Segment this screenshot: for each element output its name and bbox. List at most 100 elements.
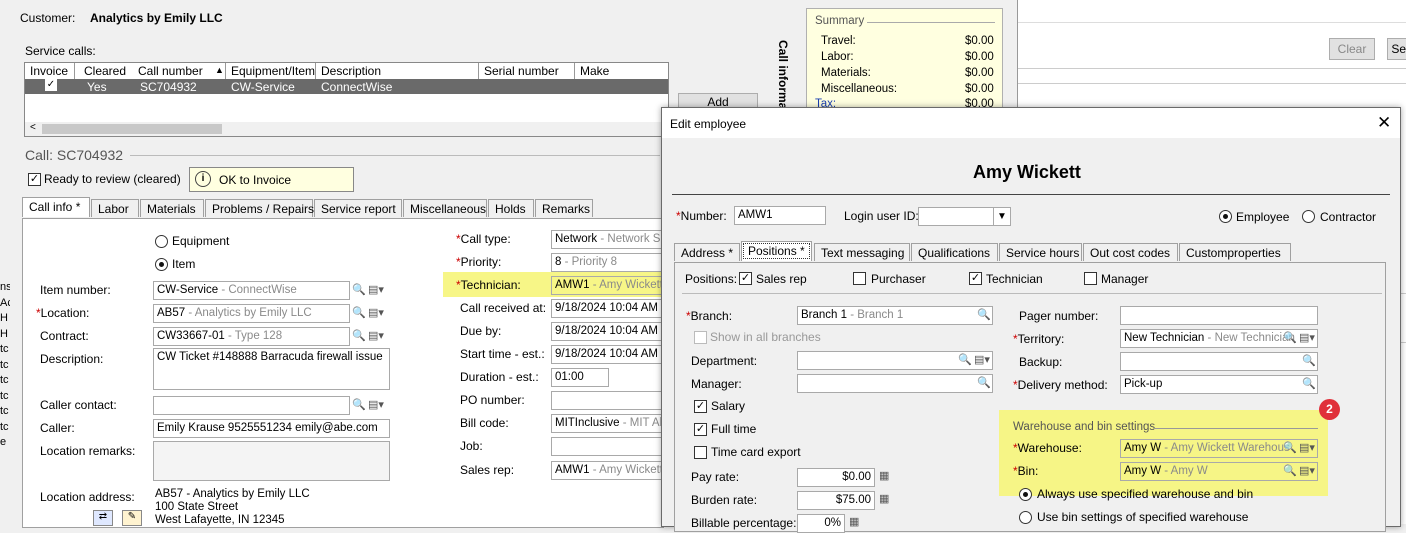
row-description: ConnectWise: [321, 80, 393, 94]
close-icon[interactable]: ✕: [1377, 113, 1391, 133]
job-field[interactable]: [551, 437, 666, 456]
horizontal-scrollbar[interactable]: <: [25, 122, 668, 136]
col-call-number[interactable]: Call number: [133, 63, 226, 79]
ok-to-invoice-badge: i OK to Invoice: [189, 167, 354, 192]
call-information-side-tab[interactable]: Call informa: [776, 40, 790, 109]
manager-field[interactable]: [797, 374, 993, 393]
description-field[interactable]: CW Ticket #148888 Barracuda firewall iss…: [153, 348, 390, 390]
lookup-dropdown-icon[interactable]: ▤▾: [1299, 441, 1315, 455]
search-icon[interactable]: 🔍: [352, 306, 366, 320]
calculator-icon[interactable]: ▦: [879, 469, 889, 483]
tab-text-messaging[interactable]: Text messaging: [814, 243, 910, 261]
number-field[interactable]: AMW1: [734, 206, 826, 225]
calculator-icon[interactable]: ▦: [849, 515, 859, 529]
search-icon[interactable]: 🔍: [352, 398, 366, 412]
technician-field[interactable]: AMW1 - Amy Wickett: [551, 276, 666, 295]
tab-labor[interactable]: Labor: [91, 199, 139, 217]
search-icon[interactable]: 🔍: [352, 329, 366, 343]
pager-number-field[interactable]: [1120, 306, 1318, 325]
col-description[interactable]: Description: [316, 63, 479, 79]
bill-code-field[interactable]: MITInclusive - MIT All I: [551, 414, 666, 433]
sales-rep-checkbox[interactable]: ✓: [739, 272, 752, 285]
search-icon[interactable]: 🔍: [352, 283, 366, 297]
manager-checkbox[interactable]: [1084, 272, 1097, 285]
salary-checkbox[interactable]: ✓: [694, 400, 707, 413]
col-cleared[interactable]: Cleared: [79, 63, 137, 79]
contract-field[interactable]: CW33667-01 - Type 128: [153, 327, 350, 346]
search-icon[interactable]: 🔍: [1283, 441, 1297, 455]
search-button[interactable]: Sea: [1387, 38, 1406, 60]
lookup-dropdown-icon[interactable]: ▤▾: [368, 398, 384, 412]
duration-field[interactable]: 01:00: [551, 368, 609, 387]
search-icon[interactable]: 🔍: [1283, 331, 1297, 345]
backup-field[interactable]: [1120, 352, 1318, 371]
tab-positions[interactable]: Positions *: [741, 241, 812, 261]
equipment-radio[interactable]: [155, 235, 168, 248]
sales-rep-field[interactable]: AMW1 - Amy Wickett: [551, 461, 666, 480]
show-all-branches-checkbox[interactable]: [694, 331, 707, 344]
tab-remarks[interactable]: Remarks: [535, 199, 593, 217]
start-time-field[interactable]: 9/18/2024 10:04 AM: [551, 345, 666, 364]
search-icon[interactable]: 🔍: [1302, 377, 1316, 391]
caller-field[interactable]: Emily Krause 9525551234 emily@abe.com: [153, 419, 390, 438]
search-icon[interactable]: 🔍: [1283, 464, 1297, 478]
po-number-field[interactable]: [551, 391, 666, 410]
delivery-method-field[interactable]: Pick-up: [1120, 375, 1318, 394]
call-type-field[interactable]: Network - Network Sup: [551, 230, 666, 249]
tab-customproperties[interactable]: Customproperties: [1179, 243, 1291, 261]
tab-service-hours[interactable]: Service hours: [999, 243, 1082, 261]
lookup-dropdown-icon[interactable]: ▤▾: [974, 353, 990, 367]
col-serial[interactable]: Serial number: [479, 63, 575, 79]
tab-service-report[interactable]: Service report: [314, 199, 402, 217]
use-bin-settings-radio[interactable]: [1019, 511, 1032, 524]
time-card-export-checkbox[interactable]: [694, 446, 707, 459]
ready-review-checkbox[interactable]: ✓: [28, 173, 41, 186]
search-icon[interactable]: 🔍: [1302, 354, 1316, 368]
tab-call-info[interactable]: Call info *: [22, 197, 90, 217]
tab-address[interactable]: Address *: [674, 243, 740, 261]
tab-out-cost-codes[interactable]: Out cost codes: [1083, 243, 1178, 261]
search-icon[interactable]: 🔍: [977, 308, 991, 322]
location-field[interactable]: AB57 - Analytics by Emily LLC: [153, 304, 350, 323]
due-by-field[interactable]: 9/18/2024 10:04 AM: [551, 322, 666, 341]
contractor-radio[interactable]: [1302, 210, 1315, 223]
call-received-field[interactable]: 9/18/2024 10:04 AM: [551, 299, 666, 318]
location-value: AB57: [157, 307, 186, 319]
lookup-dropdown-icon[interactable]: ▤▾: [368, 329, 384, 343]
search-icon[interactable]: 🔍: [958, 353, 972, 367]
scroll-left-icon[interactable]: <: [30, 122, 36, 133]
table-row[interactable]: ✓ Yes SC704932 CW-Service ConnectWise: [25, 79, 668, 94]
clear-button[interactable]: Clear: [1329, 38, 1375, 60]
chevron-down-icon[interactable]: ▼: [993, 208, 1010, 225]
technician-checkbox[interactable]: ✓: [969, 272, 982, 285]
lookup-dropdown-icon[interactable]: ▤▾: [1299, 331, 1315, 345]
item-number-field[interactable]: CW-Service - ConnectWise: [153, 281, 350, 300]
col-invoice[interactable]: Invoice: [25, 63, 75, 79]
burden-rate-field[interactable]: $75.00: [797, 491, 875, 510]
lookup-dropdown-icon[interactable]: ▤▾: [1299, 464, 1315, 478]
tab-materials[interactable]: Materials: [140, 199, 204, 217]
full-time-checkbox[interactable]: ✓: [694, 423, 707, 436]
tab-holds[interactable]: Holds: [488, 199, 534, 217]
col-make[interactable]: Make: [575, 63, 668, 79]
summary-misc-label: Miscellaneous:: [821, 83, 898, 95]
always-use-warehouse-radio[interactable]: [1019, 488, 1032, 501]
lookup-dropdown-icon[interactable]: ▤▾: [368, 306, 384, 320]
item-radio[interactable]: [155, 258, 168, 271]
invoice-checkbox[interactable]: ✓: [45, 79, 57, 91]
branch-field[interactable]: Branch 1 - Branch 1: [797, 306, 993, 325]
tab-problems[interactable]: Problems / Repairs: [205, 199, 314, 217]
priority-field[interactable]: 8 - Priority 8: [551, 253, 666, 272]
employee-radio[interactable]: [1219, 210, 1232, 223]
pay-rate-field[interactable]: $0.00: [797, 468, 875, 487]
tab-miscellaneous[interactable]: Miscellaneous: [403, 199, 487, 217]
call-received-label: Call received at:: [460, 301, 547, 315]
purchaser-checkbox[interactable]: [853, 272, 866, 285]
caller-contact-field[interactable]: [153, 396, 350, 415]
search-icon[interactable]: 🔍: [977, 376, 991, 390]
col-equipment[interactable]: Equipment/Item: [226, 63, 316, 79]
summary-panel: Summary Travel: $0.00 Labor: $0.00 Mater…: [806, 8, 1003, 113]
lookup-dropdown-icon[interactable]: ▤▾: [368, 283, 384, 297]
calculator-icon[interactable]: ▦: [879, 492, 889, 506]
tab-qualifications[interactable]: Qualifications: [911, 243, 998, 261]
